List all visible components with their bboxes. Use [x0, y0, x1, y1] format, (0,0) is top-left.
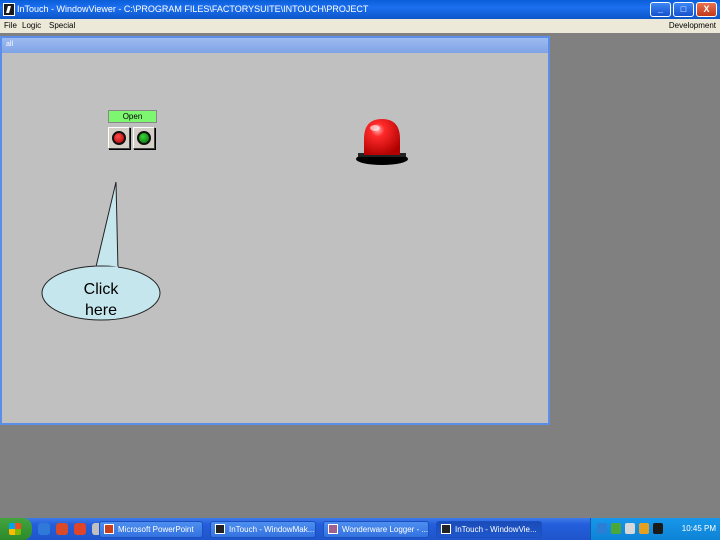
tray-icon[interactable] [653, 523, 663, 534]
quicklaunch-icon[interactable] [56, 523, 68, 535]
taskbar-label: Microsoft PowerPoint [118, 525, 194, 534]
taskbar-item-logger[interactable]: Wonderware Logger - ... [323, 521, 429, 538]
taskbar-label: InTouch - WindowMak... [229, 525, 315, 534]
stop-button[interactable] [108, 127, 130, 149]
taskbar: Microsoft PowerPoint InTouch - WindowMak… [0, 518, 720, 540]
start-menu-button[interactable] [0, 518, 32, 540]
logger-icon [328, 524, 338, 534]
clock[interactable]: 10:45 PM [682, 518, 716, 540]
callout-line-2: here [84, 302, 118, 319]
tray-icon[interactable] [639, 523, 649, 534]
maximize-button[interactable]: □ [673, 2, 694, 17]
callout-line-1: Click [83, 281, 119, 298]
process-canvas [2, 53, 548, 423]
intouch-app-icon[interactable] [3, 3, 15, 16]
tray-icon[interactable] [597, 523, 607, 534]
minimize-button[interactable]: _ [650, 2, 671, 17]
red-button-icon [112, 131, 126, 145]
taskbar-label: InTouch - WindowVie... [455, 525, 537, 534]
tray-icon[interactable] [625, 523, 635, 534]
system-tray: 10:45 PM [590, 518, 720, 540]
process-window: all [0, 36, 550, 425]
start-button[interactable] [133, 127, 155, 149]
menu-file[interactable]: File [4, 19, 17, 33]
ie-icon[interactable] [38, 523, 50, 535]
menu-logic[interactable]: Logic [22, 19, 41, 33]
intouch-icon [215, 524, 225, 534]
close-button[interactable]: X [696, 2, 717, 17]
firefox-icon[interactable] [74, 523, 86, 535]
beacon-light-icon [356, 119, 408, 165]
menu-development[interactable]: Development [669, 19, 716, 33]
callout-text: Click here [42, 279, 160, 321]
tray-icon[interactable] [611, 523, 621, 534]
status-label-open: Open [108, 110, 157, 123]
taskbar-item-windowmaker[interactable]: InTouch - WindowMak... [210, 521, 316, 538]
taskbar-label: Wonderware Logger - ... [342, 525, 429, 534]
taskbar-item-powerpoint[interactable]: Microsoft PowerPoint [99, 521, 203, 538]
menu-special[interactable]: Special [49, 19, 75, 33]
window-title: InTouch - WindowViewer - C:\PROGRAM FILE… [17, 4, 369, 14]
green-button-icon [137, 131, 151, 145]
window-titlebar[interactable]: InTouch - WindowViewer - C:\PROGRAM FILE… [0, 0, 720, 19]
taskbar-item-windowviewer[interactable]: InTouch - WindowVie... [436, 521, 542, 538]
menu-bar: File Logic Special Development [0, 19, 720, 33]
powerpoint-icon [104, 524, 114, 534]
intouch-icon [441, 524, 451, 534]
process-window-caption[interactable]: all [2, 38, 548, 53]
